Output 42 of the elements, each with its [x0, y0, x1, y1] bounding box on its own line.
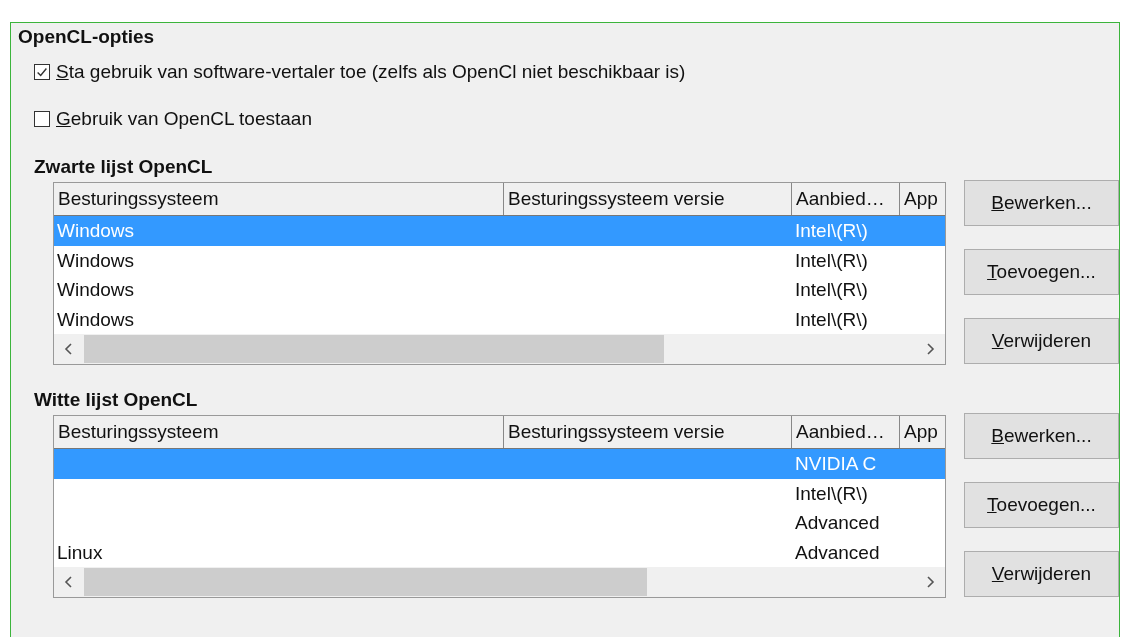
table-cell: Intel\(R\): [795, 279, 868, 300]
checkbox-option[interactable]: Gebruik van OpenCL toestaan: [34, 107, 1119, 131]
list-button[interactable]: Toevoegen...: [964, 249, 1119, 295]
column-header[interactable]: App: [900, 183, 945, 215]
table-cell: Intel\(R\): [795, 482, 868, 504]
table-cell: NVIDIA C: [795, 453, 877, 474]
column-header[interactable]: Besturingssysteem versie: [504, 416, 792, 448]
scrollbar-thumb[interactable]: [84, 568, 647, 596]
checkbox[interactable]: [34, 64, 50, 80]
chevron-right-icon[interactable]: [925, 342, 935, 356]
column-header[interactable]: Besturingssysteem: [54, 416, 504, 448]
column-header[interactable]: Besturingssysteem versie: [504, 183, 792, 215]
list-button[interactable]: Bewerken...: [964, 413, 1119, 459]
chevron-left-icon[interactable]: [64, 575, 74, 589]
table-cell: Intel\(R\): [795, 308, 868, 330]
list-title: Witte lijst OpenCL: [34, 388, 199, 412]
horizontal-scrollbar[interactable]: [54, 567, 945, 597]
column-header[interactable]: Aanbied…: [792, 416, 900, 448]
list-button[interactable]: Toevoegen...: [964, 482, 1119, 528]
list-title: Zwarte lijst OpenCL: [34, 155, 214, 179]
table-cell: Advanced: [795, 512, 880, 533]
table-cell: Linux: [57, 541, 103, 563]
column-header[interactable]: App: [900, 416, 945, 448]
table-cell: Intel\(R\): [795, 249, 868, 271]
checkbox-option[interactable]: Sta gebruik van software-vertaler toe (zelfs als OpenCl niet beschikbaar is): [34, 60, 1119, 84]
section-title: OpenCL-opties: [18, 25, 156, 49]
list-button[interactable]: Verwijderen: [964, 318, 1119, 364]
chevron-left-icon[interactable]: [64, 342, 74, 356]
checkbox[interactable]: [34, 111, 50, 127]
table-cell: Windows: [57, 308, 135, 330]
list-button[interactable]: Bewerken...: [964, 180, 1119, 226]
table-cell: Windows: [57, 220, 135, 241]
chevron-right-icon[interactable]: [925, 575, 935, 589]
table-cell: Windows: [57, 249, 135, 271]
horizontal-scrollbar[interactable]: [54, 334, 945, 364]
table-cell: Advanced: [795, 541, 880, 563]
list-button[interactable]: Verwijderen: [964, 551, 1119, 597]
scrollbar-thumb[interactable]: [84, 335, 664, 363]
column-header[interactable]: Aanbied…: [792, 183, 900, 215]
table-cell: Windows: [57, 279, 135, 300]
column-header[interactable]: Besturingssysteem: [54, 183, 504, 215]
table-cell: Intel\(R\): [795, 220, 868, 241]
